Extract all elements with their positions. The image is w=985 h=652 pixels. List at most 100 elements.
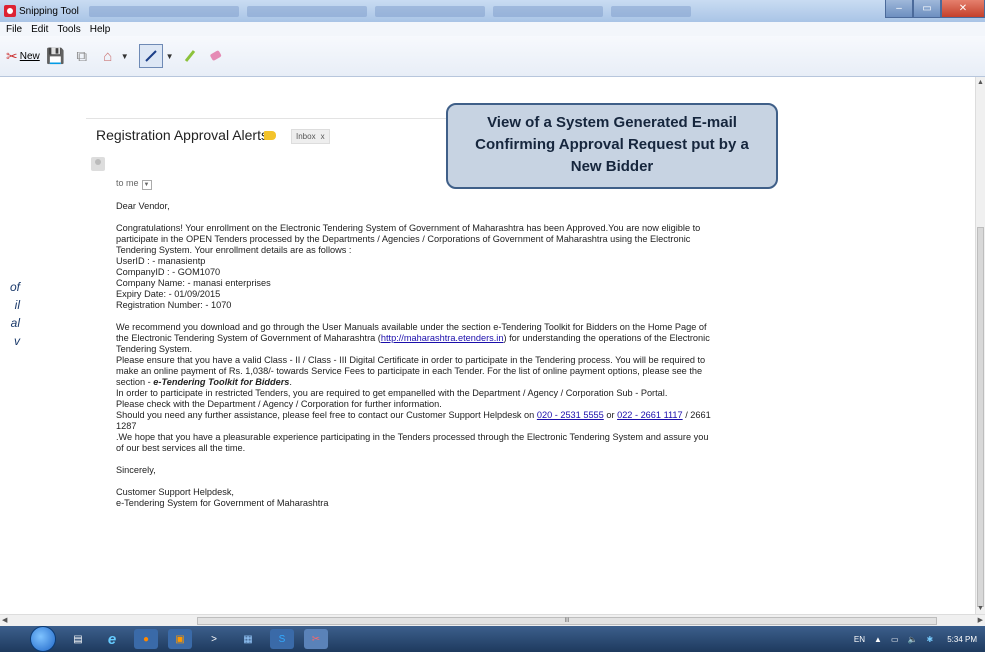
close-button[interactable]: ✕ — [941, 0, 985, 18]
email-body: Dear Vendor, Congratulations! Your enrol… — [116, 201, 716, 509]
importance-marker-icon[interactable] — [264, 131, 276, 140]
minimize-button[interactable]: – — [885, 0, 913, 18]
send-dropdown-arrow[interactable]: ▼ — [121, 52, 129, 61]
cropped-side-note: of il al v — [0, 278, 20, 350]
side-note-line: v — [14, 334, 20, 348]
details-dropdown-icon[interactable]: ▼ — [141, 180, 152, 190]
scroll-down-arrow[interactable]: ▼ — [976, 605, 985, 612]
pen-button[interactable] — [138, 44, 163, 68]
signature-line: e-Tendering System for Government of Mah… — [116, 498, 329, 508]
tray-expand-icon[interactable]: ▲ — [874, 635, 882, 644]
menu-help[interactable]: Help — [90, 24, 111, 35]
taskbar-app-cmd[interactable]: > — [202, 629, 226, 649]
phone-link[interactable]: 020 - 2531 5555 — [537, 410, 604, 420]
side-note-line: il — [14, 298, 20, 312]
restricted-line: Please check with the Department / Agenc… — [116, 399, 442, 409]
new-snip-button[interactable]: ✂ New — [6, 48, 40, 65]
save-icon: 💾 — [46, 48, 66, 65]
greeting: Dear Vendor, — [116, 201, 170, 211]
portal-link[interactable]: http://maharashtra.etenders.in — [381, 333, 504, 343]
language-indicator[interactable]: EN — [854, 635, 865, 644]
taskbar-app-skype[interactable]: S — [270, 629, 294, 649]
background-window-tab[interactable] — [246, 5, 367, 17]
network-status-icon[interactable]: ▭ — [891, 635, 899, 644]
eraser-icon — [209, 50, 221, 61]
skype-icon: S — [278, 633, 286, 645]
detail-line: Registration Number: - 1070 — [116, 300, 232, 310]
system-tray: EN ▲ ▭ 🔈 ✱ 5:34 PM — [845, 626, 977, 652]
send-icon: ⌂ — [103, 47, 113, 65]
assistance-paragraph: Should you need any further assistance, … — [116, 410, 716, 432]
callout-line: View of a System Generated E-mail — [487, 114, 737, 131]
copy-icon: ⧉ — [76, 47, 88, 65]
new-snip-label: New — [19, 50, 40, 62]
toolkit-label: e-Tendering Toolkit for Bidders — [153, 377, 290, 387]
firefox-icon: ● — [142, 633, 150, 645]
clock[interactable]: 5:34 PM — [947, 635, 977, 644]
save-button[interactable]: 💾 — [46, 46, 66, 66]
background-window-tab[interactable] — [374, 5, 485, 17]
office-icon: ▣ — [175, 633, 185, 645]
vertical-scrollbar[interactable]: ▲ ▼ — [975, 77, 985, 614]
intro-paragraph: Congratulations! Your enrollment on the … — [116, 223, 701, 255]
taskbar-app-powerpoint[interactable]: ▣ — [168, 629, 192, 649]
restricted-line: In order to participate in restricted Te… — [116, 388, 668, 398]
detail-line: CompanyID : - GOM1070 — [116, 267, 221, 277]
taskbar-app-library[interactable]: ▤ — [66, 629, 90, 649]
sender-avatar — [91, 157, 105, 171]
taskbar-app-firefox[interactable]: ● — [134, 629, 158, 649]
menu-tools[interactable]: Tools — [57, 24, 80, 35]
taskbar-app-network[interactable]: ▦ — [236, 629, 260, 649]
or-text: or — [606, 410, 615, 420]
eraser-button[interactable] — [206, 46, 226, 66]
background-window-tab[interactable] — [88, 5, 239, 17]
highlighter-button[interactable] — [180, 46, 200, 66]
background-window-tab[interactable] — [610, 5, 691, 17]
menu-file[interactable]: File — [6, 24, 22, 35]
side-note-line: al — [10, 316, 20, 330]
pen-dropdown-arrow[interactable]: ▼ — [166, 52, 174, 61]
recipient-line: to me ▼ — [116, 178, 152, 190]
volume-icon[interactable]: 🔈 — [908, 635, 918, 644]
start-button[interactable] — [30, 626, 56, 652]
horizontal-scroll-thumb[interactable]: III — [197, 617, 937, 625]
side-note-line: of — [9, 280, 20, 294]
vertical-scroll-thumb[interactable] — [977, 227, 984, 607]
window-controls: – ▭ ✕ — [885, 0, 985, 18]
scroll-up-arrow[interactable]: ▲ — [976, 79, 985, 86]
library-icon: ▤ — [73, 633, 83, 645]
snipping-tool-icon: ✂ — [311, 633, 321, 645]
phone-link[interactable]: 022 - 2661 1117 — [617, 410, 683, 420]
recommend-paragraph: We recommend you download and go through… — [116, 322, 716, 355]
inbox-label: Inbox — [296, 132, 316, 141]
taskbar: ▤ e ● ▣ > ▦ S ✂ EN ▲ ▭ 🔈 ✱ 5:34 PM — [0, 626, 985, 652]
scroll-left-arrow[interactable]: ◀ — [2, 616, 7, 624]
signoff: Sincerely, — [116, 465, 156, 475]
callout-line: New Bidder — [570, 158, 654, 175]
snip-canvas: of il al v Registration Approval Alerts … — [0, 77, 976, 614]
maximize-button[interactable]: ▭ — [913, 0, 941, 18]
taskbar-app-snipping[interactable]: ✂ — [304, 629, 328, 649]
highlighter-icon — [184, 50, 195, 62]
detail-line: Expiry Date: - 01/09/2015 — [116, 289, 221, 299]
bluetooth-icon[interactable]: ✱ — [927, 635, 934, 644]
window-title: Snipping Tool — [19, 5, 79, 17]
scissors-icon — [4, 5, 16, 17]
taskbar-app-ie[interactable]: e — [100, 629, 124, 649]
to-me-label: to me — [116, 178, 139, 188]
terminal-icon: > — [211, 633, 217, 645]
email-subject: Registration Approval Alerts — [96, 127, 268, 143]
copy-button[interactable]: ⧉ — [72, 46, 92, 66]
scroll-right-arrow[interactable]: ▶ — [978, 616, 983, 624]
detail-line: Company Name: - manasi enterprises — [116, 278, 271, 288]
inbox-label-badge[interactable]: Inbox x — [291, 129, 330, 144]
hope-paragraph: .We hope that you have a pleasurable exp… — [116, 432, 709, 453]
detail-line: UserID : - manasientp — [116, 256, 206, 266]
remove-label-icon[interactable]: x — [321, 132, 325, 141]
menu-bar: File Edit Tools Help — [0, 22, 985, 36]
certificate-paragraph: Please ensure that you have a valid Clas… — [116, 355, 706, 387]
send-snip-button[interactable]: ⌂ — [98, 46, 118, 66]
menu-edit[interactable]: Edit — [31, 24, 48, 35]
assist-text: Should you need any further assistance, … — [116, 410, 535, 420]
background-window-tab[interactable] — [492, 5, 603, 17]
